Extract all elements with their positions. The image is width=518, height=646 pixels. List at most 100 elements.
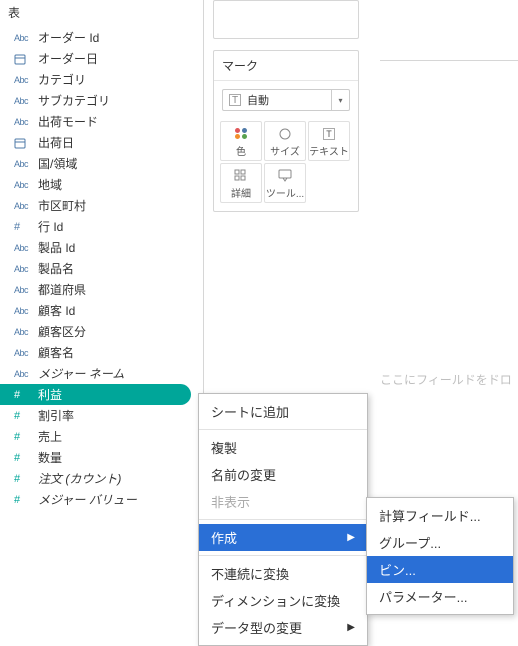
abc-icon: Abc	[14, 243, 34, 253]
field-row[interactable]: Abcオーダー Id	[0, 27, 203, 48]
calendar-icon	[14, 53, 34, 65]
sub-calculated-field[interactable]: 計算フィールド...	[367, 502, 513, 529]
field-label: 製品 Id	[34, 239, 75, 256]
field-row[interactable]: 出荷日	[0, 132, 203, 153]
field-label: オーダー日	[34, 50, 98, 67]
field-label: 利益	[34, 386, 62, 403]
mark-btn-label: 色	[236, 143, 246, 158]
divider	[199, 429, 367, 430]
sub-parameter[interactable]: パラメーター...	[367, 583, 513, 610]
abc-icon: Abc	[14, 201, 34, 211]
number-icon: #	[14, 452, 34, 464]
marks-type-dropdown[interactable]: T 自動 ▾	[222, 89, 350, 111]
field-label: カテゴリ	[34, 71, 86, 88]
data-pane: 表 Abcオーダー Idオーダー日AbcカテゴリAbcサブカテゴリAbc出荷モー…	[0, 0, 204, 585]
create-submenu: 計算フィールド... グループ... ビン... パラメーター...	[366, 497, 514, 615]
abc-icon: Abc	[14, 327, 34, 337]
field-row[interactable]: #数量	[0, 447, 203, 468]
field-row[interactable]: Abc製品名	[0, 258, 203, 279]
mark-size-button[interactable]: サイズ	[264, 121, 306, 161]
field-row[interactable]: #割引率	[0, 405, 203, 426]
calendar-icon	[14, 137, 34, 149]
chevron-right-icon: ▶	[347, 622, 355, 633]
chevron-down-icon: ▾	[331, 90, 349, 110]
field-row[interactable]: Abcメジャー ネーム	[0, 363, 203, 384]
field-label: 注文 (カウント)	[34, 470, 121, 487]
mark-text-button[interactable]: Tテキスト	[308, 121, 350, 161]
mark-detail-button[interactable]: 詳細	[220, 163, 262, 203]
abc-icon: Abc	[14, 285, 34, 295]
number-icon: #	[14, 389, 34, 401]
abc-icon: Abc	[14, 159, 34, 169]
mark-btn-label: 詳細	[231, 185, 251, 200]
field-row[interactable]: Abc地域	[0, 174, 203, 195]
abc-icon: Abc	[14, 306, 34, 316]
field-label: 売上	[34, 428, 62, 445]
ctx-create[interactable]: 作成 ▶	[199, 524, 367, 551]
detail-icon	[234, 167, 248, 185]
number-icon: #	[14, 221, 34, 233]
field-row[interactable]: #売上	[0, 426, 203, 447]
field-label: 製品名	[34, 260, 74, 277]
mark-color-button[interactable]: 色	[220, 121, 262, 161]
abc-icon: Abc	[14, 33, 34, 43]
field-context-menu: シートに追加 複製 名前の変更 非表示 作成 ▶ 不連続に変換 ディメンションに…	[198, 393, 368, 646]
field-row[interactable]: Abc都道府県	[0, 279, 203, 300]
field-row[interactable]: #行 Id	[0, 216, 203, 237]
field-label: 国/領域	[34, 155, 77, 172]
field-label: 顧客名	[34, 344, 74, 361]
field-label: 行 Id	[34, 218, 63, 235]
abc-icon: Abc	[14, 180, 34, 190]
ctx-change-type[interactable]: データ型の変更 ▶	[199, 614, 367, 641]
field-row[interactable]: Abc顧客区分	[0, 321, 203, 342]
ctx-hide: 非表示	[199, 488, 367, 515]
field-label: メジャー ネーム	[34, 365, 124, 382]
field-label: 出荷日	[34, 134, 74, 151]
field-row[interactable]: Abc顧客 Id	[0, 300, 203, 321]
field-label: オーダー Id	[34, 29, 99, 46]
mark-btn-label: ツール...	[266, 185, 304, 200]
marks-title: マーク	[214, 51, 358, 81]
field-label: サブカテゴリ	[34, 92, 110, 109]
canvas-drop-hint: ここにフィールドをドロ	[380, 371, 512, 388]
field-row[interactable]: #メジャー バリュー	[0, 489, 203, 510]
filters-card	[213, 0, 359, 39]
abc-icon: Abc	[14, 117, 34, 127]
divider	[199, 555, 367, 556]
field-list: Abcオーダー Idオーダー日AbcカテゴリAbcサブカテゴリAbc出荷モード出…	[0, 27, 203, 510]
mark-tooltip-button[interactable]: ツール...	[264, 163, 306, 203]
field-label: メジャー バリュー	[34, 491, 137, 508]
field-row[interactable]: Abc出荷モード	[0, 111, 203, 132]
ctx-add-to-sheet[interactable]: シートに追加	[199, 398, 367, 425]
ctx-to-dimension[interactable]: ディメンションに変換	[199, 587, 367, 614]
field-row[interactable]: #利益	[0, 384, 191, 405]
color-icon	[235, 125, 248, 143]
field-row[interactable]: #注文 (カウント)	[0, 468, 203, 489]
field-label: 顧客 Id	[34, 302, 75, 319]
field-label: 都道府県	[34, 281, 86, 298]
field-row[interactable]: Abc市区町村	[0, 195, 203, 216]
mark-btn-label: サイズ	[270, 143, 300, 158]
field-row[interactable]: オーダー日	[0, 48, 203, 69]
field-row[interactable]: Abcカテゴリ	[0, 69, 203, 90]
text-icon: T	[323, 125, 335, 143]
field-label: 数量	[34, 449, 62, 466]
field-label: 地域	[34, 176, 62, 193]
sub-bin[interactable]: ビン...	[367, 556, 513, 583]
field-label: 割引率	[34, 407, 74, 424]
sub-group[interactable]: グループ...	[367, 529, 513, 556]
field-row[interactable]: Abc国/領域	[0, 153, 203, 174]
field-row[interactable]: Abc製品 Id	[0, 237, 203, 258]
ctx-rename[interactable]: 名前の変更	[199, 461, 367, 488]
mark-btn-label: テキスト	[309, 143, 349, 158]
pane-header: 表	[0, 0, 203, 27]
abc-icon: Abc	[14, 75, 34, 85]
ctx-duplicate[interactable]: 複製	[199, 434, 367, 461]
field-label: 市区町村	[34, 197, 86, 214]
field-row[interactable]: Abc顧客名	[0, 342, 203, 363]
abc-icon: Abc	[14, 264, 34, 274]
number-icon: #	[14, 473, 34, 485]
divider	[199, 519, 367, 520]
ctx-to-discrete[interactable]: 不連続に変換	[199, 560, 367, 587]
field-row[interactable]: Abcサブカテゴリ	[0, 90, 203, 111]
